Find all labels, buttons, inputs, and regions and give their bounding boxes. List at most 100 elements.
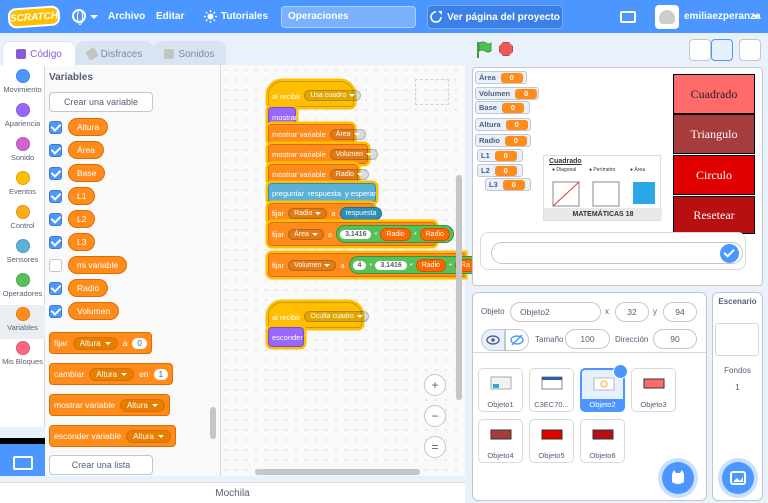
- add-extension-button[interactable]: [0, 438, 45, 476]
- variable-dropdown[interactable]: Radio: [288, 207, 328, 219]
- variable-reporter[interactable]: L3: [68, 233, 96, 251]
- variable-checkbox[interactable]: [49, 189, 62, 203]
- variable-checkbox[interactable]: [49, 166, 62, 180]
- triangle-button[interactable]: Triangulo: [673, 114, 755, 154]
- menu-edit[interactable]: Editar: [156, 11, 184, 22]
- message-dropdown[interactable]: Usa cuadro: [304, 90, 362, 101]
- set-variable-block[interactable]: fijar Área a 3.1416 * Radio * Radio: [268, 222, 454, 246]
- variable-monitor[interactable]: L3 0: [485, 178, 531, 191]
- tab-code[interactable]: Código: [2, 41, 76, 66]
- direction-input[interactable]: 90: [653, 329, 697, 349]
- square-button[interactable]: Cuadrado: [673, 74, 755, 114]
- variable-dropdown[interactable]: Altura: [119, 398, 165, 412]
- circle-button[interactable]: Circulo: [673, 155, 755, 195]
- menu-file[interactable]: Archivo: [108, 11, 145, 22]
- folder-icon[interactable]: [620, 11, 636, 23]
- variable-dropdown[interactable]: Área: [329, 128, 366, 140]
- variable-checkbox[interactable]: [49, 258, 62, 272]
- reset-button[interactable]: Resetear: [673, 196, 755, 234]
- question-input[interactable]: respuesta: [308, 189, 341, 198]
- value-input[interactable]: 0: [132, 337, 147, 349]
- variable-reporter[interactable]: Radio: [68, 279, 109, 297]
- hide-variable-block[interactable]: esconder variable Altura: [49, 425, 177, 447]
- small-stage-button[interactable]: [689, 39, 711, 61]
- project-title-input[interactable]: Operaciones: [281, 6, 416, 28]
- hide-block[interactable]: esconder: [268, 327, 304, 347]
- zoom-in-button[interactable]: +: [424, 374, 446, 396]
- category-variables[interactable]: Variables: [0, 305, 45, 339]
- see-project-button[interactable]: Ver página del proyecto: [427, 5, 563, 29]
- variable-dropdown[interactable]: Volumen: [329, 148, 379, 160]
- show-variable-block[interactable]: mostrar variable Altura: [49, 394, 170, 416]
- variable-dropdown[interactable]: Altura: [126, 429, 172, 443]
- change-variable-block[interactable]: cambiar Altura en 1: [49, 363, 174, 385]
- variable-reporter[interactable]: Área: [68, 141, 104, 159]
- variable-dropdown[interactable]: Altura: [72, 336, 118, 350]
- category-sound[interactable]: Sonido: [0, 137, 45, 171]
- stage[interactable]: Área 0 Volumen 0 Base 0 Altura 0 Radio 0 L1 0 …: [472, 67, 763, 286]
- variable-reporter[interactable]: mi variable: [68, 256, 128, 274]
- message-dropdown[interactable]: Oculta cuadro: [304, 311, 369, 322]
- sprite-tile[interactable]: Objeto6: [580, 419, 625, 463]
- variable-reporter[interactable]: Altura: [68, 118, 109, 136]
- set-variable-block[interactable]: fijar Altura a 0: [49, 332, 152, 354]
- zoom-reset-button[interactable]: =: [424, 436, 446, 458]
- variable-reporter[interactable]: Radio: [415, 258, 446, 272]
- username[interactable]: emiliaezperanza: [684, 11, 761, 22]
- sprite-tile[interactable]: Objeto4: [478, 419, 523, 463]
- code-scrollbar-vertical[interactable]: [456, 175, 462, 400]
- menu-tutorials[interactable]: Tutoriales: [221, 11, 268, 22]
- category-operators[interactable]: Operadores: [0, 273, 45, 307]
- variable-checkbox[interactable]: [49, 120, 62, 134]
- variable-reporter[interactable]: Radio: [380, 227, 411, 241]
- make-list-button[interactable]: Crear una lista: [49, 455, 153, 475]
- answer-reporter[interactable]: respuesta: [339, 206, 383, 220]
- answer-input[interactable]: [491, 242, 743, 264]
- variable-dropdown[interactable]: Área: [288, 228, 324, 240]
- variable-checkbox[interactable]: [49, 304, 62, 318]
- show-variable-block[interactable]: mostrar variable Área: [268, 124, 366, 144]
- chevron-down-icon[interactable]: [752, 15, 760, 19]
- set-variable-block[interactable]: fijar Volumen a 4 * 3.1416 * Radio * Ra: [268, 253, 480, 277]
- ask-and-wait-block[interactable]: preguntar respuesta y esperar: [268, 183, 376, 203]
- avatar[interactable]: [655, 5, 679, 29]
- variable-dropdown[interactable]: Radio: [329, 168, 370, 180]
- variable-monitor[interactable]: Volumen 0: [475, 87, 539, 100]
- number-input[interactable]: 3.1416: [340, 229, 372, 239]
- variable-dropdown[interactable]: Volumen: [288, 259, 337, 271]
- variable-dropdown[interactable]: Altura: [89, 367, 135, 381]
- tab-sounds[interactable]: Sonidos: [153, 41, 226, 66]
- hide-visible-button[interactable]: [505, 329, 529, 351]
- zoom-out-button[interactable]: −: [424, 405, 446, 427]
- size-input[interactable]: 100: [565, 329, 610, 349]
- globe-icon[interactable]: [72, 9, 86, 25]
- variable-checkbox[interactable]: [49, 281, 62, 295]
- y-input[interactable]: 94: [663, 302, 697, 322]
- normal-stage-button[interactable]: [711, 39, 733, 61]
- when-receive-hat-block[interactable]: al recibir Usa cuadro: [268, 81, 362, 107]
- delete-sprite-icon[interactable]: [613, 364, 628, 379]
- number-input[interactable]: 3.1416: [375, 260, 407, 270]
- value-input[interactable]: 1: [153, 368, 169, 380]
- variable-checkbox[interactable]: [49, 143, 62, 157]
- sprite-tile[interactable]: C3EC70...: [529, 368, 574, 412]
- variable-monitor[interactable]: L1 0: [477, 149, 523, 162]
- scratch-logo[interactable]: SCRATCH: [7, 4, 61, 29]
- check-icon[interactable]: [720, 244, 739, 263]
- category-looks[interactable]: Apariencia: [0, 103, 45, 137]
- backpack-bar[interactable]: Mochila: [0, 482, 465, 503]
- sprite-tile[interactable]: Objeto5: [529, 419, 574, 463]
- set-variable-block[interactable]: fijar Radio a respuesta: [268, 203, 383, 223]
- sprite-tile[interactable]: Objeto3: [631, 368, 676, 412]
- fullscreen-button[interactable]: [739, 39, 761, 61]
- x-input[interactable]: 32: [615, 302, 649, 322]
- category-motion[interactable]: Movimiento: [0, 69, 45, 103]
- green-flag-icon[interactable]: [474, 40, 494, 60]
- category-sensing[interactable]: Sensores: [0, 239, 45, 273]
- stop-icon[interactable]: [499, 42, 513, 56]
- variable-reporter[interactable]: L2: [68, 210, 96, 228]
- show-visible-button[interactable]: [481, 329, 505, 351]
- variable-monitor[interactable]: Base 0: [475, 101, 530, 114]
- add-backdrop-button[interactable]: [722, 462, 754, 494]
- variable-reporter[interactable]: Radio: [419, 227, 450, 241]
